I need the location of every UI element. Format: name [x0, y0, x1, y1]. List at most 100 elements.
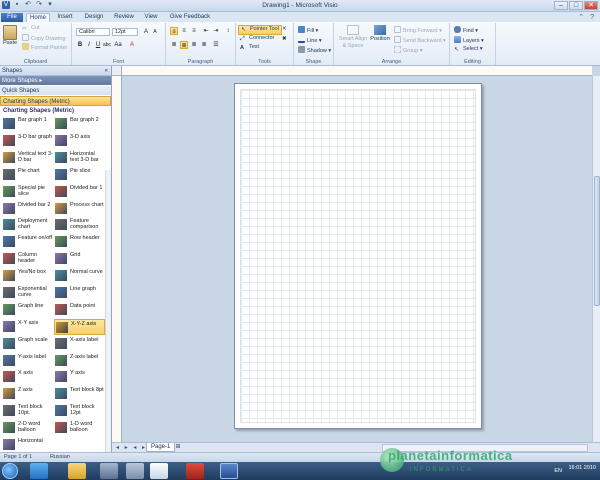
shadow-button[interactable]: Shadow ▾ [298, 46, 331, 55]
close-button[interactable]: ✕ [584, 1, 598, 10]
stencil-shape-item[interactable]: Pie slice [54, 167, 105, 183]
ie-taskbar-icon[interactable] [30, 463, 48, 479]
vertical-scroll-thumb[interactable] [594, 176, 600, 306]
tab-design[interactable]: Design [82, 13, 106, 22]
connection-point-icon[interactable]: ✖ [282, 36, 287, 43]
tab-insert[interactable]: Insert [54, 13, 76, 22]
tab-review[interactable]: Review [112, 13, 136, 22]
visio-taskbar-icon[interactable] [220, 463, 238, 479]
italic-button[interactable]: I [85, 41, 93, 49]
acrobat-taskbar-icon[interactable] [186, 463, 204, 479]
justify-button[interactable]: ≣ [200, 41, 208, 49]
stencil-shape-item[interactable]: Y axis [54, 369, 105, 385]
select-button[interactable]: ↖ Select ▾ [454, 46, 483, 54]
stencil-shape-item[interactable]: Vertical text 3-D bar [2, 150, 53, 166]
document-taskbar-icon[interactable] [150, 463, 168, 479]
explorer-taskbar-icon[interactable] [68, 463, 86, 479]
stencil-shape-item[interactable]: Pie chart [2, 167, 53, 183]
stencil-shape-item[interactable]: Feature on/off [2, 234, 53, 250]
stencil-shape-item[interactable]: Divided bar 2 [2, 201, 53, 217]
position-button[interactable]: Position [370, 25, 390, 43]
stencil-shape-item[interactable]: Graph line [2, 302, 53, 318]
align-center-button[interactable]: ≣ [180, 41, 188, 49]
insert-page-icon[interactable]: ⊞ [174, 444, 182, 451]
shrink-font-button[interactable]: A [151, 28, 159, 36]
align-right-button[interactable]: ≣ [190, 41, 198, 49]
align-middle-button[interactable]: ≡ [180, 27, 188, 35]
stencil-scrollbar[interactable] [105, 170, 111, 462]
decrease-indent-button[interactable]: ⇤ [202, 27, 210, 35]
format-painter-button[interactable]: Format Painter [22, 43, 67, 52]
stencil-shape-item[interactable]: X-Y axis [2, 319, 53, 335]
tab-give-feedback[interactable]: Give Feedback [168, 13, 212, 22]
stencil-shape-item[interactable]: Z axis [2, 386, 53, 402]
grow-font-button[interactable]: A [142, 28, 150, 36]
stencil-shape-item[interactable]: Row header [54, 234, 105, 250]
language-tray[interactable]: EN [554, 468, 562, 474]
stencil-shape-item[interactable]: Data point [54, 302, 105, 318]
align-top-button[interactable]: ≡ [170, 27, 178, 35]
align-bottom-button[interactable]: ≡ [190, 27, 198, 35]
close-tools-icon[interactable]: ✕ [282, 26, 287, 33]
drawing-page[interactable] [234, 83, 482, 429]
font-name-combo[interactable]: Calibri [76, 28, 110, 36]
stencil-shape-item[interactable]: Text block 8pt [54, 386, 105, 402]
bold-button[interactable]: B [76, 41, 84, 49]
ribbon-help-icons[interactable]: ⌃ ? [578, 13, 596, 21]
collapse-pane-icon[interactable]: « [105, 66, 108, 76]
stencil-shape-item[interactable]: Special pie slice [2, 184, 53, 200]
stencil-shape-item[interactable]: X axis [2, 369, 53, 385]
stencil-shape-item[interactable]: Feature comparison [54, 217, 105, 233]
align-left-button[interactable]: ≣ [170, 41, 178, 49]
connector-button[interactable]: ⤢ Connector [240, 35, 274, 43]
group-button[interactable]: Group ▾ [394, 46, 423, 55]
tab-home[interactable]: Home [26, 13, 50, 22]
line-button[interactable]: Line ▾ [298, 36, 322, 45]
tab-view[interactable]: View [142, 13, 160, 22]
stencil-shape-item[interactable]: 1-D word balloon [54, 420, 105, 436]
media-taskbar-icon[interactable] [100, 463, 118, 479]
stencil-shape-item[interactable]: Line graph [54, 285, 105, 301]
stencil-charting-shapes[interactable]: Charting Shapes (Metric) [0, 96, 111, 106]
case-button[interactable]: Aa [114, 41, 122, 49]
stencil-shape-item[interactable]: Z-axis label [54, 353, 105, 369]
quick-shapes-button[interactable]: Quick Shapes [0, 86, 111, 96]
stencil-shape-item[interactable]: Horizontal [2, 437, 53, 453]
bullets-button[interactable]: ☰ [212, 41, 220, 49]
bring-forward-button[interactable]: Bring Forward ▾ [394, 26, 442, 35]
copy-button[interactable]: Copy Drawing [22, 34, 66, 43]
maximize-button[interactable]: □ [569, 1, 583, 10]
smart-align-button[interactable]: Smart Align & Space [338, 25, 368, 50]
stencil-shape-item[interactable]: Normal curve [54, 268, 105, 284]
paste-button[interactable]: Paste [3, 25, 19, 49]
stencil-shape-item[interactable]: Text block 12pt [54, 403, 105, 419]
stencil-shape-item[interactable]: Graph scale [2, 336, 53, 352]
stencil-shape-item[interactable]: X-Y-Z axis [54, 319, 105, 335]
vertical-scrollbar[interactable] [592, 76, 600, 442]
page-tab[interactable]: Page-1 [146, 443, 176, 452]
increase-indent-button[interactable]: ⇥ [212, 27, 220, 35]
font-size-combo[interactable]: 12pt [112, 28, 138, 36]
stencil-shape-item[interactable]: Deployment chart [2, 217, 53, 233]
font-color-button[interactable]: A [128, 41, 136, 49]
page-indicator[interactable]: Page 1 of 1 [4, 454, 32, 460]
stencil-shape-item[interactable]: Grid [54, 251, 105, 267]
stencil-shape-item[interactable]: 3-D bar graph [2, 133, 53, 149]
more-shapes-button[interactable]: More Shapes ▸ [0, 76, 111, 86]
cut-button[interactable]: ✂ Cut [22, 25, 40, 33]
underline-button[interactable]: U [94, 41, 102, 49]
send-backward-button[interactable]: Send Backward ▾ [394, 36, 446, 45]
stencil-shape-item[interactable]: Horizontal text 3-D bar [54, 150, 105, 166]
text-tool-button[interactable]: A Text [240, 44, 259, 52]
text-direction-button[interactable]: ↕ [224, 27, 232, 35]
minimize-button[interactable]: – [554, 1, 568, 10]
stencil-shape-item[interactable]: Process chart [54, 201, 105, 217]
stencil-shape-item[interactable]: Bar graph 2 [54, 116, 105, 132]
stencil-shape-item[interactable]: Yes/No box [2, 268, 53, 284]
find-button[interactable]: Find ▾ [454, 26, 478, 35]
stencil-shape-item[interactable]: Exponential curve [2, 285, 53, 301]
tab-file[interactable]: File [1, 13, 23, 22]
stencil-shape-item[interactable]: 3-D axis [54, 133, 105, 149]
pointer-tool-button[interactable]: ↖ Pointer Tool [238, 25, 282, 35]
system-clock[interactable]: 16:01 2010 [568, 465, 596, 471]
